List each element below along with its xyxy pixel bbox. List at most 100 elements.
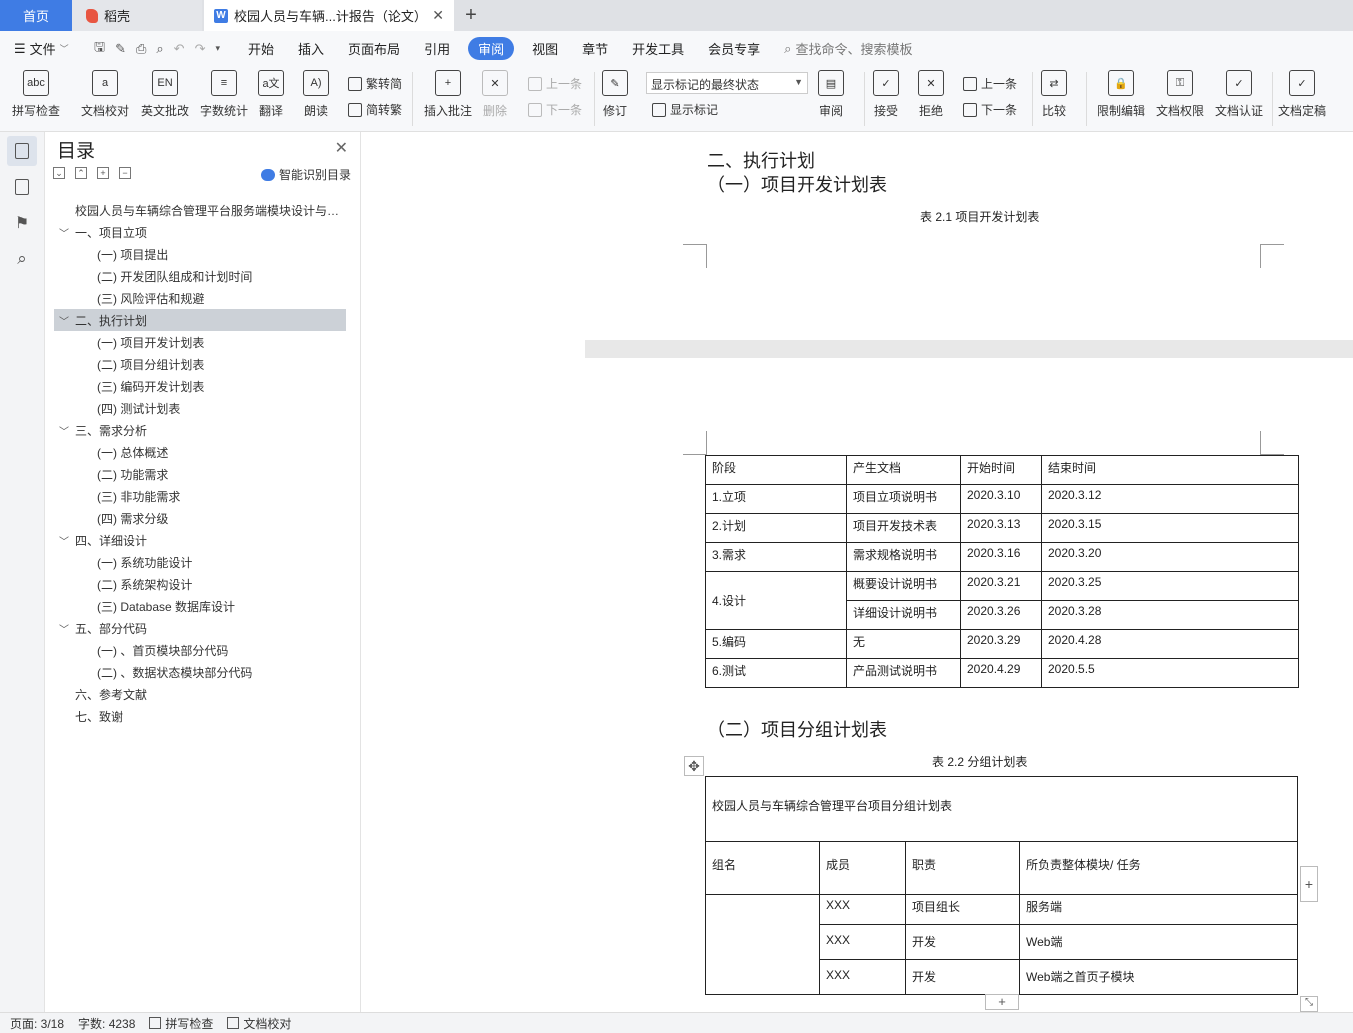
file-menu[interactable]: ☰ 文件 ﹀ — [0, 39, 84, 58]
redo-icon[interactable]: ↷ — [195, 41, 206, 57]
table-cell[interactable]: 详细设计说明书 — [846, 600, 961, 630]
toc-item[interactable]: (三) 非功能需求 — [45, 485, 361, 507]
table-cell[interactable]: XXX — [819, 959, 906, 995]
restrict-edit-button[interactable]: 🔒 限制编辑 — [1097, 70, 1145, 119]
toc-item[interactable]: ﹀ 三、需求分析 — [45, 419, 361, 441]
table-cell[interactable]: 2020.3.16 — [960, 542, 1042, 572]
menu-tab-5[interactable]: 视图 — [520, 39, 570, 58]
show-markup-button[interactable]: 显示标记 — [652, 101, 718, 118]
table-cell[interactable]: 产品测试说明书 — [846, 658, 961, 688]
toc-item[interactable]: ﹀ 五、部分代码 — [45, 617, 361, 639]
expand-icon[interactable]: + — [97, 167, 109, 179]
table-cell[interactable] — [705, 894, 820, 995]
table-cell[interactable]: 6.测试 — [705, 658, 847, 688]
table-cell[interactable]: 2020.4.28 — [1041, 629, 1299, 659]
simp-to-trad-button[interactable]: 简转繁 — [348, 101, 402, 118]
table-cell[interactable]: XXX — [819, 924, 906, 960]
doc-proof-button[interactable]: a 文档校对 — [81, 70, 129, 119]
table-cell[interactable]: 2020.3.12 — [1041, 484, 1299, 514]
table-cell[interactable]: 2020.4.29 — [960, 658, 1042, 688]
toc-item[interactable]: (三) 编码开发计划表 — [45, 375, 361, 397]
table-cell[interactable]: 2020.3.20 — [1041, 542, 1299, 572]
table-header-cell[interactable]: 组名 — [705, 841, 820, 895]
toc-item[interactable]: ﹀ 一、项目立项 — [45, 221, 361, 243]
table-cell[interactable]: 服务端 — [1019, 894, 1298, 925]
table-cell[interactable]: 项目立项说明书 — [846, 484, 961, 514]
undo-icon[interactable]: ↶ — [174, 41, 185, 57]
toc-item[interactable]: (三) 风险评估和规避 — [45, 287, 361, 309]
next-change-button[interactable]: 下一条 — [963, 101, 1017, 118]
find-button[interactable]: ⌕ — [7, 244, 37, 274]
table-cell[interactable]: 开发 — [905, 924, 1020, 960]
reject-button[interactable]: ✕ 拒绝 — [918, 70, 944, 119]
delete-comment-button[interactable]: ✕ 删除 — [482, 70, 508, 119]
table-cell[interactable]: 项目组长 — [905, 894, 1020, 925]
doc-auth-button[interactable]: ✓ 文档认证 — [1215, 70, 1263, 119]
table-cell[interactable]: 2020.3.13 — [960, 513, 1042, 543]
toc-item[interactable]: (二) 开发团队组成和计划时间 — [45, 265, 361, 287]
smart-toc-button[interactable]: 智能识别目录 — [260, 166, 351, 183]
chevron-down-icon[interactable]: ﹀ — [59, 621, 69, 636]
tab-home[interactable]: 首页 — [0, 0, 72, 31]
table-cell[interactable]: 概要设计说明书 — [846, 571, 961, 601]
toc-item[interactable]: 七、致谢 — [45, 705, 361, 727]
prev-comment-button[interactable]: 上一条 — [528, 75, 582, 92]
table-header-cell[interactable]: 开始时间 — [960, 455, 1042, 485]
menu-tab-3[interactable]: 引用 — [412, 39, 462, 58]
menu-tab-8[interactable]: 会员专享 — [696, 39, 772, 58]
chevron-down-icon[interactable]: ﹀ — [59, 225, 69, 240]
toc-item[interactable]: (四) 测试计划表 — [45, 397, 361, 419]
toc-item[interactable]: 校园人员与车辆综合管理平台服务端模块设计与实现 — [45, 199, 361, 221]
chevron-down-icon[interactable]: ﹀ — [59, 423, 69, 438]
table-cell[interactable]: 2020.3.29 — [960, 629, 1042, 659]
table-header-cell[interactable]: 所负责整体模块/ 任务 — [1019, 841, 1298, 895]
print-preview-icon[interactable]: ⌕ — [156, 41, 163, 57]
table-cell[interactable]: 2020.3.28 — [1041, 600, 1299, 630]
word-count-indicator[interactable]: 字数: 4238 — [78, 1015, 135, 1032]
more-icon[interactable]: ▾ — [215, 43, 220, 54]
table-cell[interactable]: 1.立项 — [705, 484, 847, 514]
markup-state-select[interactable]: 显示标记的最终状态 ▼ — [646, 72, 808, 94]
tab-daoke[interactable]: 稻壳 — [72, 0, 202, 31]
track-changes-button[interactable]: ✎ 修订 — [602, 70, 628, 119]
table-header-cell[interactable]: 结束时间 — [1041, 455, 1299, 485]
collapse-icon[interactable]: − — [119, 167, 131, 179]
chevron-down-icon[interactable]: ﹀ — [59, 313, 69, 328]
add-column-button[interactable]: + — [1300, 866, 1318, 902]
table-cell[interactable]: 2020.3.10 — [960, 484, 1042, 514]
word-count-button[interactable]: ≡ 字数统计 — [200, 70, 248, 119]
toc-item[interactable]: (四) 需求分级 — [45, 507, 361, 529]
table-cell[interactable]: 4.设计 — [705, 571, 847, 630]
trad-to-simp-button[interactable]: 繁转简 — [348, 75, 402, 92]
doc-final-button[interactable]: ✓ 文档定稿 — [1278, 70, 1326, 119]
menu-tab-2[interactable]: 页面布局 — [336, 39, 412, 58]
table-header-cell[interactable]: 职责 — [905, 841, 1020, 895]
table-cell[interactable]: 5.编码 — [705, 629, 847, 659]
toc-item[interactable]: (一) 系统功能设计 — [45, 551, 361, 573]
table-cell[interactable]: XXX — [819, 894, 906, 925]
doc-rights-button[interactable]: ⚿ 文档权限 — [1156, 70, 1204, 119]
table-cell[interactable]: 2020.3.26 — [960, 600, 1042, 630]
table-header-cell[interactable]: 成员 — [819, 841, 906, 895]
accept-button[interactable]: ✓ 接受 — [873, 70, 899, 119]
spell-check-button[interactable]: abc 拼写检查 — [12, 70, 60, 119]
tab-document[interactable]: W 校园人员与车辆...计报告（论文） ✕ — [204, 0, 454, 31]
chapter-nav-button[interactable] — [7, 172, 37, 202]
close-tab-icon[interactable]: ✕ — [432, 7, 444, 24]
add-row-button[interactable]: + — [985, 994, 1019, 1010]
compare-button[interactable]: ⇄ 比较 — [1041, 70, 1067, 119]
menu-tab-4[interactable]: 审阅 — [468, 37, 515, 60]
table-cell[interactable]: 2020.3.15 — [1041, 513, 1299, 543]
toc-item[interactable]: (一) 、首页模块部分代码 — [45, 639, 361, 661]
table-header-cell[interactable]: 阶段 — [705, 455, 847, 485]
format-painter-icon[interactable]: ✎ — [115, 41, 126, 57]
table-cell[interactable]: 开发 — [905, 959, 1020, 995]
table-resize-handle[interactable]: ⤡ — [1300, 996, 1318, 1012]
collapse-down-icon[interactable]: ⌄ — [53, 167, 65, 179]
toc-item[interactable]: (一) 项目提出 — [45, 243, 361, 265]
doc-proof-toggle[interactable]: 文档校对 — [227, 1015, 291, 1032]
menu-tab-6[interactable]: 章节 — [570, 39, 620, 58]
prev-change-button[interactable]: 上一条 — [963, 75, 1017, 92]
table-header-cell[interactable]: 产生文档 — [846, 455, 961, 485]
toc-item[interactable]: (二) 功能需求 — [45, 463, 361, 485]
